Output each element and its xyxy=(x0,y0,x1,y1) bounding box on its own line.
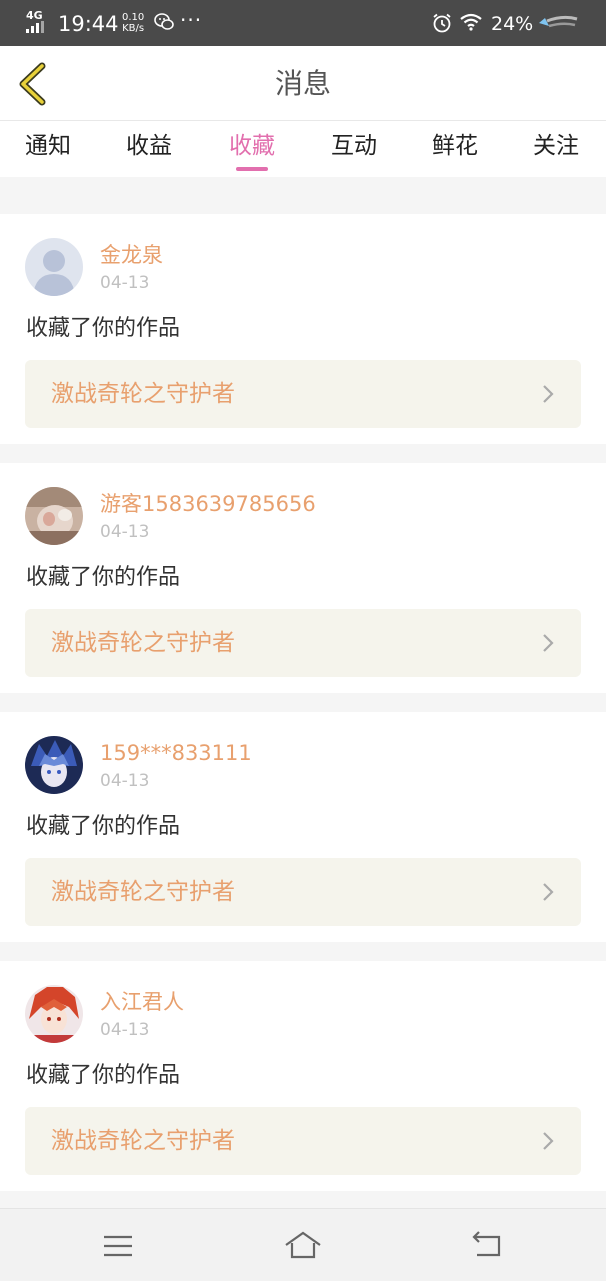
user-name[interactable]: 游客1583639785656 xyxy=(100,491,316,517)
message-date: 04-13 xyxy=(100,771,150,791)
user-name[interactable]: 金龙泉 xyxy=(100,242,163,268)
chevron-right-icon xyxy=(543,385,554,403)
page-title: 消息 xyxy=(274,67,331,100)
work-title: 激战奇轮之守护者 xyxy=(51,381,235,407)
message-card: 金龙泉 04-13 收藏了你的作品 激战奇轮之守护者 xyxy=(0,214,606,444)
menu-icon[interactable] xyxy=(98,1229,138,1263)
default-avatar-icon xyxy=(25,238,83,296)
status-time: 19:44 xyxy=(58,12,119,36)
work-link[interactable]: 激战奇轮之守护者 xyxy=(25,360,581,428)
speed-unit: KB/s xyxy=(122,23,145,34)
speed-value: 0.10 xyxy=(122,12,145,23)
signal-icon xyxy=(26,21,44,33)
chevron-right-icon xyxy=(543,634,554,652)
tab-interactions[interactable]: 互动 xyxy=(331,129,377,163)
message-text: 收藏了你的作品 xyxy=(26,814,181,839)
tab-earnings[interactable]: 收益 xyxy=(126,129,172,163)
active-tab-indicator xyxy=(236,167,268,171)
work-title: 激战奇轮之守护者 xyxy=(51,879,235,905)
avatar[interactable] xyxy=(25,487,83,545)
tab-divider xyxy=(0,177,606,213)
chevron-right-icon xyxy=(543,1132,554,1150)
message-date: 04-13 xyxy=(100,522,150,542)
anime-redhead-avatar-icon xyxy=(25,985,83,1043)
tab-notifications[interactable]: 通知 xyxy=(25,129,71,163)
message-text: 收藏了你的作品 xyxy=(26,565,181,590)
user-name[interactable]: 159***833111 xyxy=(100,740,252,766)
wifi-icon xyxy=(460,13,482,31)
anime-character-avatar-icon xyxy=(25,736,83,794)
network-speed: 0.10 KB/s xyxy=(122,12,144,34)
work-title: 激战奇轮之守护者 xyxy=(51,1128,235,1154)
avatar[interactable] xyxy=(25,736,83,794)
app-header: 消息 xyxy=(0,46,606,121)
baby-photo-avatar-icon xyxy=(25,487,83,545)
message-card: 入江君人 04-13 收藏了你的作品 激战奇轮之守护者 xyxy=(0,961,606,1191)
home-icon[interactable] xyxy=(283,1229,323,1263)
work-title: 激战奇轮之守护者 xyxy=(51,630,235,656)
message-text: 收藏了你的作品 xyxy=(26,316,181,341)
wechat-icon xyxy=(154,13,174,30)
tab-favorites[interactable]: 收藏 xyxy=(229,129,275,163)
message-card: 159***833111 04-13 收藏了你的作品 激战奇轮之守护者 xyxy=(0,712,606,942)
back-icon[interactable] xyxy=(467,1229,507,1263)
message-date: 04-13 xyxy=(100,1020,150,1040)
more-dots-icon: ··· xyxy=(180,8,203,32)
work-link[interactable]: 激战奇轮之守护者 xyxy=(25,858,581,926)
chevron-right-icon xyxy=(543,883,554,901)
avatar[interactable] xyxy=(25,238,83,296)
battery-icon xyxy=(539,15,578,28)
system-nav-bar xyxy=(0,1208,606,1281)
work-link[interactable]: 激战奇轮之守护者 xyxy=(25,609,581,677)
avatar[interactable] xyxy=(25,985,83,1043)
tab-flowers[interactable]: 鲜花 xyxy=(432,129,478,163)
network-type: 4G xyxy=(26,9,43,22)
work-link[interactable]: 激战奇轮之守护者 xyxy=(25,1107,581,1175)
message-card: 游客1583639785656 04-13 收藏了你的作品 激战奇轮之守护者 xyxy=(0,463,606,693)
user-name[interactable]: 入江君人 xyxy=(100,989,184,1015)
alarm-icon xyxy=(433,13,451,33)
message-text: 收藏了你的作品 xyxy=(26,1063,181,1088)
status-bar: 4G 19:44 0.10 KB/s ··· 24% xyxy=(0,0,606,46)
message-date: 04-13 xyxy=(100,273,150,293)
tab-follows[interactable]: 关注 xyxy=(533,129,579,163)
battery-percent: 24% xyxy=(491,13,534,35)
tab-bar: 通知 收益 收藏 互动 鲜花 关注 xyxy=(0,121,606,177)
